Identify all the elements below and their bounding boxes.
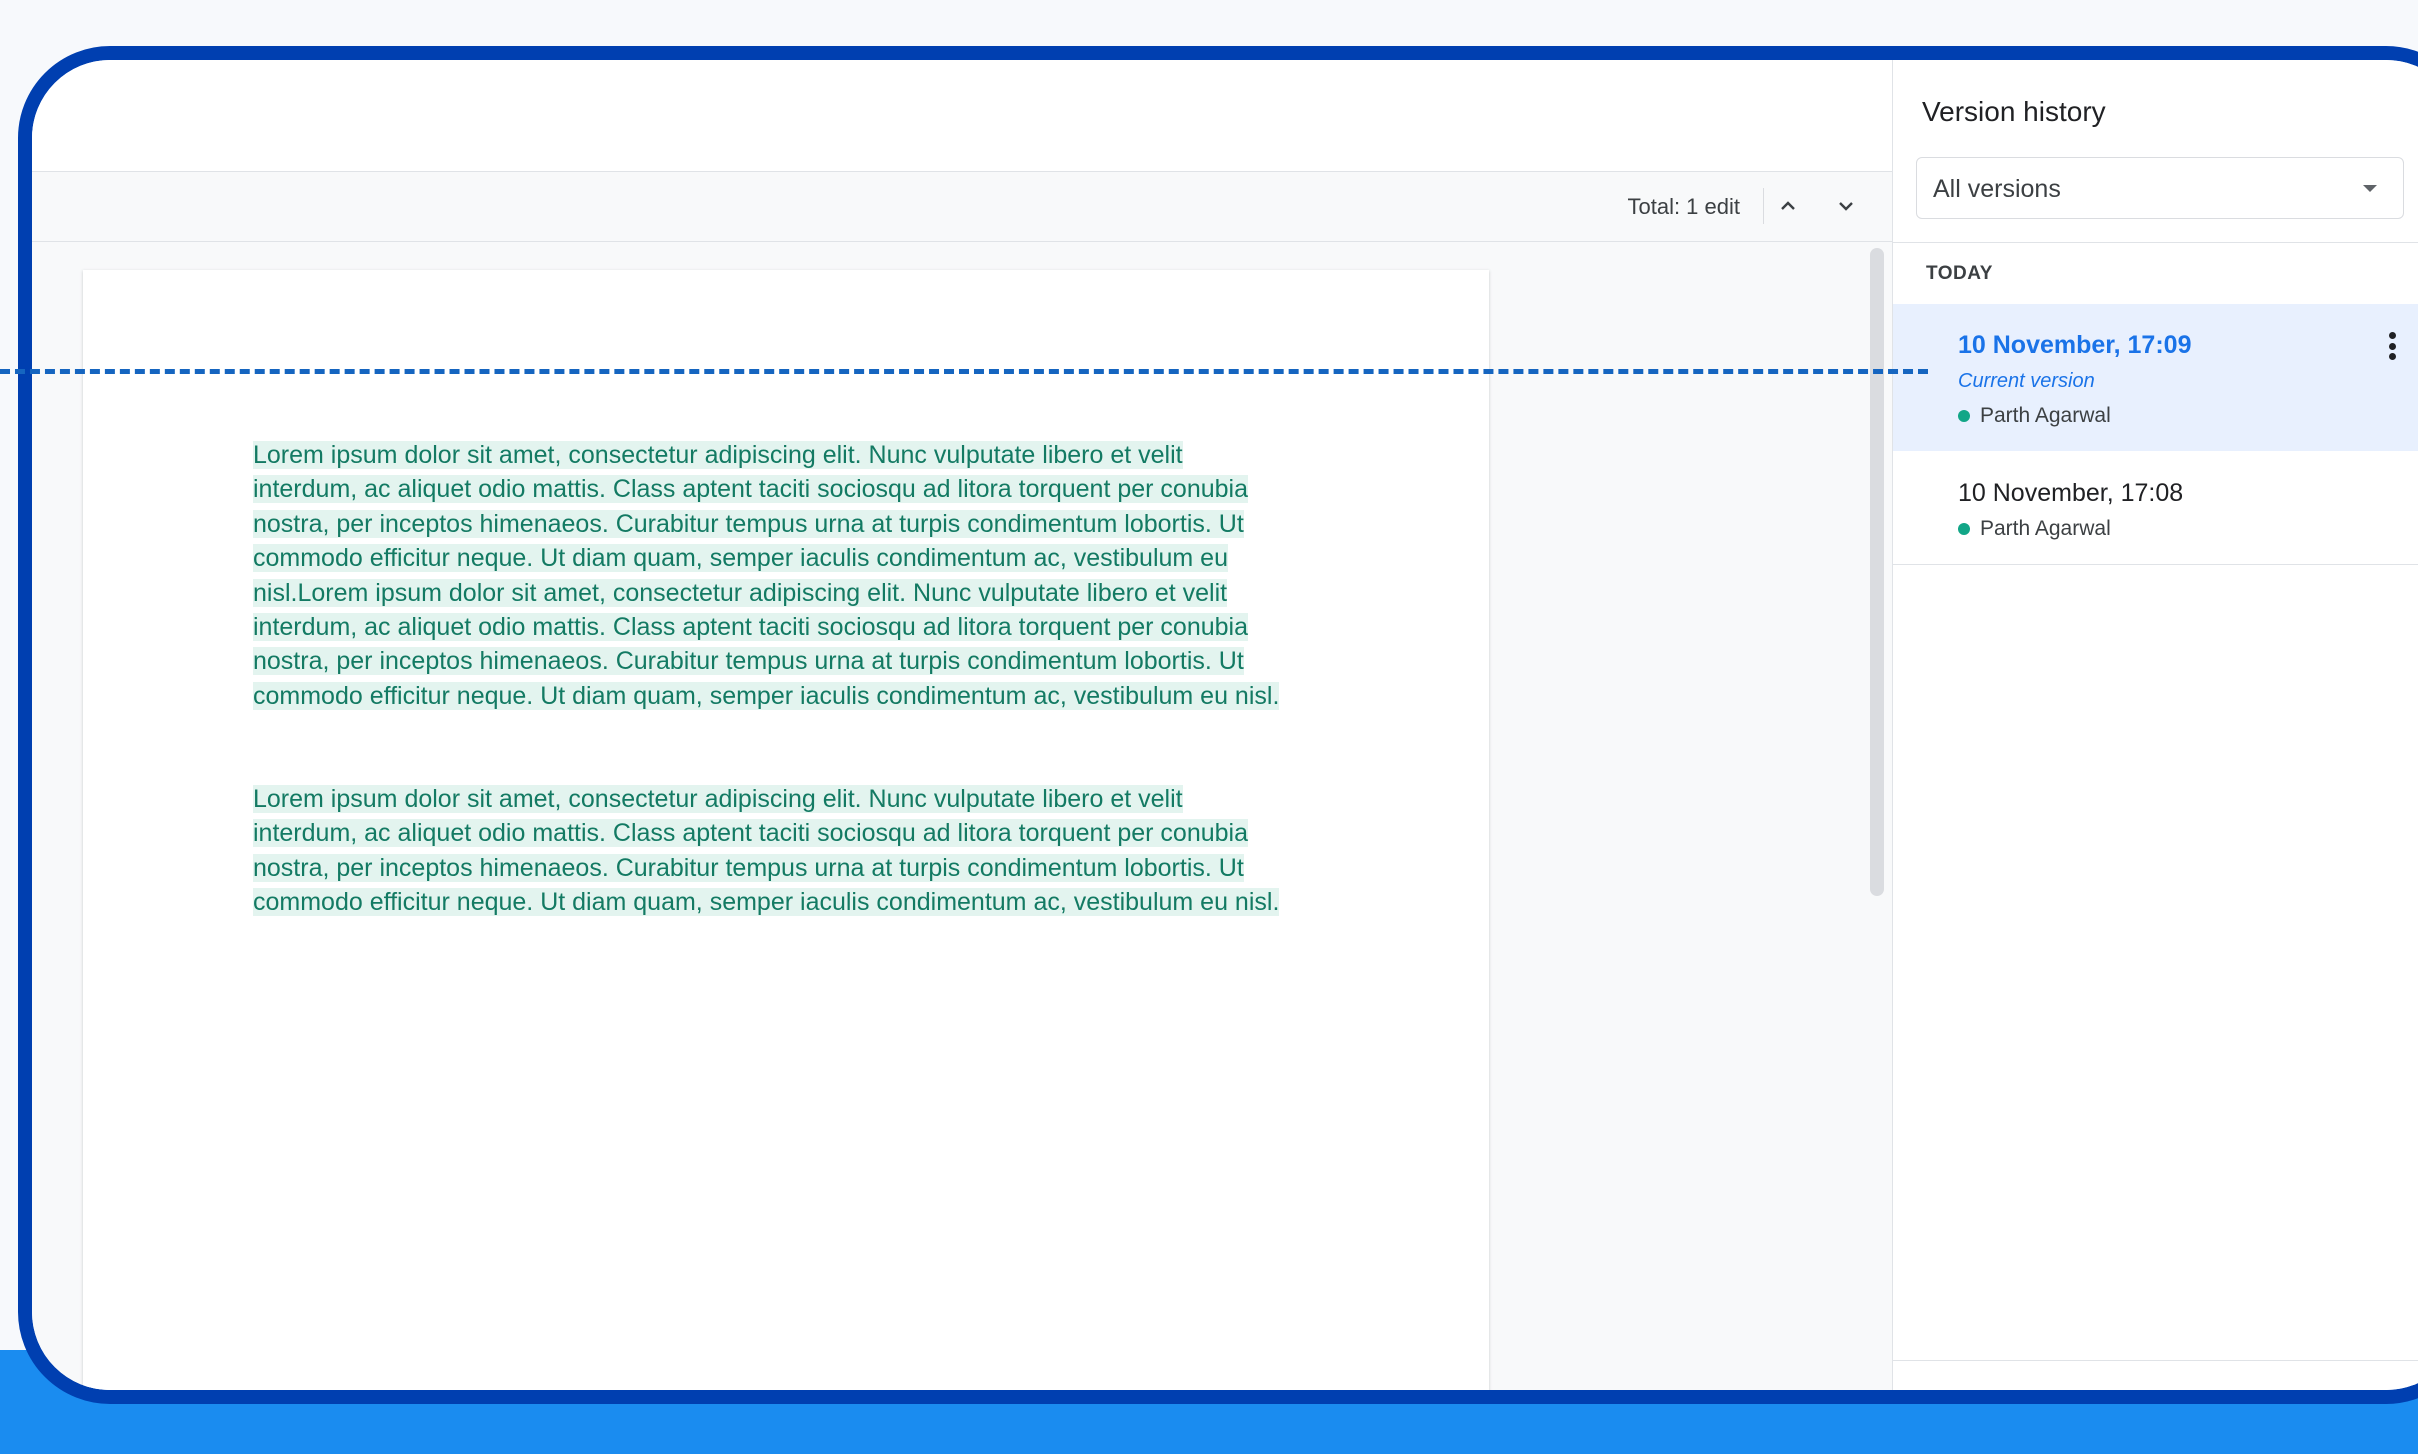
current-version-tag: Current version xyxy=(1958,370,2095,392)
total-edits-label: Total: 1 edit xyxy=(1627,194,1740,219)
dashed-guide-line xyxy=(0,369,1928,374)
edit-navigation-bar: Total: 1 edit xyxy=(32,172,1892,242)
divider xyxy=(1893,242,2418,243)
document-page[interactable]: Lorem ipsum dolor sit amet, consectetur … xyxy=(83,270,1489,1390)
divider xyxy=(1763,188,1764,224)
version-date: 10 November, 17:08 xyxy=(1958,479,2184,507)
version-filter-value: All versions xyxy=(1933,175,2061,203)
panel-title: Version history xyxy=(1922,96,2106,127)
previous-edit-button[interactable] xyxy=(1768,186,1808,226)
version-author: Parth Agarwal xyxy=(1958,517,2111,541)
divider xyxy=(1893,1360,2418,1361)
version-item-current[interactable]: 10 November, 17:09 Current version Parth… xyxy=(1893,304,2418,451)
added-text: Lorem ipsum dolor sit amet, consectetur … xyxy=(253,785,1280,917)
author-color-dot xyxy=(1958,410,1970,422)
document-paragraph: Lorem ipsum dolor sit amet, consectetur … xyxy=(253,782,1293,920)
version-filter-select[interactable]: All versions xyxy=(1916,157,2404,219)
more-vert-icon[interactable] xyxy=(2377,326,2407,366)
checkbox-checked-icon[interactable] xyxy=(1919,1394,1949,1405)
dropdown-arrow-icon xyxy=(2363,185,2377,192)
version-author: Parth Agarwal xyxy=(1958,404,2111,428)
version-date: 10 November, 17:09 xyxy=(1958,331,2192,359)
show-changes-label: Show changes xyxy=(1973,1393,2144,1404)
author-name: Parth Agarwal xyxy=(1980,517,2111,540)
chevron-down-icon xyxy=(1839,202,1853,211)
chevron-up-icon xyxy=(1781,201,1795,210)
show-changes-toggle[interactable]: Show changes xyxy=(1919,1393,2144,1404)
document-canvas: Lorem ipsum dolor sit amet, consectetur … xyxy=(32,242,1892,1390)
version-group-label: TODAY xyxy=(1926,263,1993,284)
document-paragraph: Lorem ipsum dolor sit amet, consectetur … xyxy=(253,438,1293,713)
author-color-dot xyxy=(1958,523,1970,535)
document-scrollbar[interactable] xyxy=(1870,248,1884,896)
added-text: Lorem ipsum dolor sit amet, consectetur … xyxy=(253,441,1280,710)
next-edit-button[interactable] xyxy=(1826,186,1866,226)
toolbar-area xyxy=(32,60,1892,172)
version-item[interactable]: 10 November, 17:08 Parth Agarwal xyxy=(1893,453,2418,565)
version-history-panel: Version history All versions TODAY 10 No… xyxy=(1892,60,2418,1404)
screenshot-frame: Total: 1 edit Lorem ipsum dolor sit amet… xyxy=(18,46,2418,1404)
author-name: Parth Agarwal xyxy=(1980,404,2111,427)
